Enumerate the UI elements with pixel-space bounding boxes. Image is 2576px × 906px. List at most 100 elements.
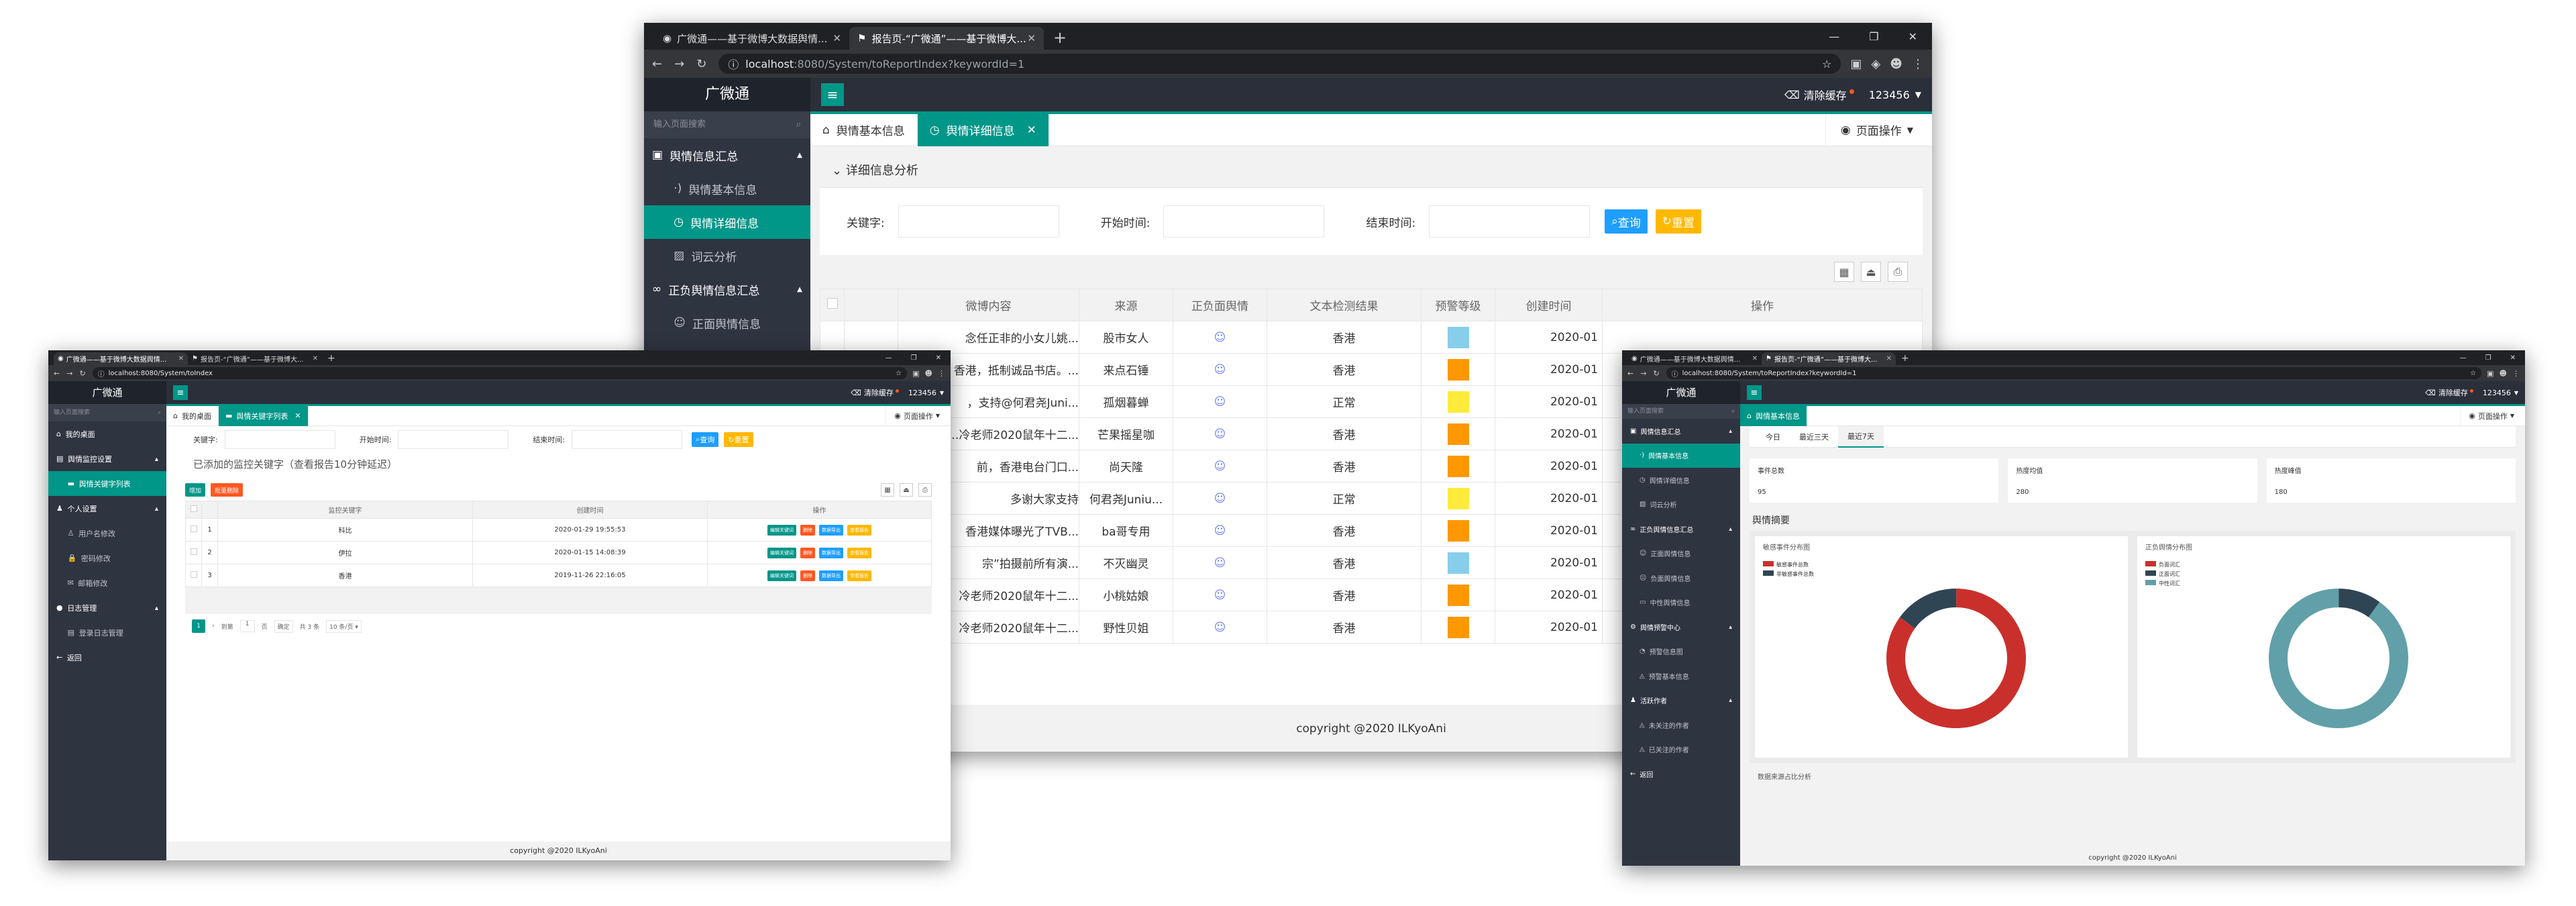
menu-icon[interactable]: ⋮: [1912, 57, 1924, 71]
clear-cache-button[interactable]: 清除缓存: [1804, 87, 1847, 103]
range-3days-tab[interactable]: 最近三天: [1790, 432, 1838, 442]
sidebar-item[interactable]: ◔ 预警信息图: [1622, 640, 1740, 664]
back-icon[interactable]: ←: [54, 369, 60, 378]
sidebar-item[interactable]: ← 返回: [48, 645, 166, 670]
reload-icon[interactable]: ↻: [79, 369, 85, 378]
confirm-button[interactable]: 确定: [274, 619, 293, 633]
select-all-checkbox[interactable]: [826, 298, 838, 309]
column-header[interactable]: [185, 501, 202, 519]
row-action-button[interactable]: 查看报告: [847, 570, 871, 581]
reset-button[interactable]: ↻ 重置: [1655, 209, 1701, 234]
columns-icon[interactable]: ▦: [881, 483, 894, 497]
print-icon[interactable]: ⎙: [918, 483, 932, 497]
sidebar-search[interactable]: 输入页面搜索 ⌕: [1622, 404, 1740, 419]
sidebar-item[interactable]: ∞ 正负舆情信息汇总 ▲: [644, 272, 810, 306]
export-icon[interactable]: ⏏: [1861, 262, 1881, 282]
sidebar-item[interactable]: ☺ 正面舆情信息: [1622, 542, 1740, 566]
range-today-tab[interactable]: 今日: [1756, 432, 1790, 442]
profile-icon[interactable]: ☻: [925, 369, 932, 378]
tab-basic-info[interactable]: ⌂ 舆情基本信息: [810, 113, 918, 146]
back-icon[interactable]: ←: [1627, 369, 1633, 378]
browser-tab-1[interactable]: ◉ 广微通——基于微博大数据舆情... ✕: [1627, 352, 1762, 365]
browser-tab-2[interactable]: ⚑ 报告页-“广微通”——基于微博大... ✕: [188, 352, 322, 365]
page-operations[interactable]: ◉ 页面操作 ▼: [2460, 405, 2525, 426]
browser-tab-2[interactable]: ⚑ 报告页-“广微通”——基于微博大... ✕: [1762, 352, 1896, 365]
batch-delete-button[interactable]: 批量删除: [211, 483, 244, 497]
profile-icon[interactable]: ☻: [1890, 57, 1902, 71]
clear-cache-button[interactable]: 清除缓存: [864, 387, 894, 398]
sidebar-search[interactable]: 输入页面搜索 ⌕: [48, 404, 166, 421]
sidebar-item[interactable]: ▣ 舆情信息汇总 ▲: [644, 138, 810, 172]
minimize-icon[interactable]: —: [2451, 354, 2476, 362]
end-time-input[interactable]: [1429, 205, 1591, 238]
menu-toggle-button[interactable]: ≡: [1747, 385, 1762, 400]
end-time-input[interactable]: [572, 430, 683, 449]
page-size-select[interactable]: 10 条/页 ▾: [326, 619, 362, 633]
columns-icon[interactable]: ▦: [1834, 262, 1854, 282]
table-row[interactable]: 3 香港 2019-11-26 22:16:05 编辑关键词 删除 数据导出 查看报告: [185, 564, 932, 587]
new-tab-button[interactable]: +: [1044, 28, 1076, 50]
row-checkbox-cell[interactable]: [185, 518, 202, 542]
sidebar-item[interactable]: ● 日志管理 ▲: [48, 595, 166, 620]
close-tab-icon[interactable]: ✕: [178, 355, 184, 362]
close-window-icon[interactable]: ✕: [926, 354, 951, 362]
browser-tab-1[interactable]: ◉ 广微通——基于微博大数据舆情... ✕: [655, 27, 849, 50]
page-operations[interactable]: ◉ 页面操作 ▼: [885, 405, 951, 426]
keyword-input[interactable]: [224, 430, 335, 449]
row-checkbox[interactable]: [190, 525, 197, 532]
page-1-button[interactable]: 1: [192, 619, 205, 633]
reload-icon[interactable]: ↻: [696, 57, 706, 71]
sidebar-search[interactable]: 输入页面搜索 ⌕: [644, 111, 810, 138]
row-checkbox[interactable]: [190, 571, 197, 578]
row-action-button[interactable]: 查看报告: [847, 524, 871, 536]
maximize-icon[interactable]: ❐: [902, 354, 926, 362]
sidebar-item[interactable]: ▬ 舆情关键字列表: [48, 471, 166, 496]
new-tab-button[interactable]: +: [322, 353, 341, 365]
browser-tab-1[interactable]: ◉ 广微通——基于微博大数据舆情... ✕: [54, 352, 188, 365]
row-action-button[interactable]: 数据导出: [819, 570, 843, 581]
table-row[interactable]: 1 科比 2020-01-29 19:55:53 编辑关键词 删除 数据导出 查看报告: [185, 518, 932, 542]
reload-icon[interactable]: ↻: [1653, 369, 1659, 378]
export-icon[interactable]: ⏏: [900, 483, 913, 497]
sidebar-item[interactable]: ☹ 负面舆情信息: [1622, 566, 1740, 591]
clear-cache-button[interactable]: 清除缓存: [2438, 387, 2468, 398]
row-action-button[interactable]: 删除: [800, 524, 815, 536]
menu-icon[interactable]: ⋮: [2512, 369, 2520, 378]
forward-icon[interactable]: →: [674, 57, 684, 71]
reset-button[interactable]: ↻ 重置: [724, 432, 753, 447]
print-icon[interactable]: ⎙: [1888, 262, 1908, 282]
close-window-icon[interactable]: ✕: [2501, 354, 2525, 362]
sidebar-item[interactable]: ∞ 正负舆情信息汇总 ▲: [1622, 517, 1740, 542]
table-row[interactable]: 2 伊拉 2020-01-15 14:08:39 编辑关键词 删除 数据导出 查看报告: [185, 541, 932, 564]
sidebar-item[interactable]: ◬ 已关注的作者: [1622, 738, 1740, 762]
extension-icon[interactable]: ◈: [1871, 57, 1880, 71]
close-window-icon[interactable]: ✕: [1894, 30, 1932, 43]
start-time-input[interactable]: [398, 430, 509, 449]
row-action-button[interactable]: 数据导出: [819, 524, 843, 536]
sidebar-item[interactable]: ◬ 未关注的作者: [1622, 713, 1740, 738]
row-action-button[interactable]: 编辑关键词: [767, 547, 796, 558]
sidebar-item[interactable]: ▨ 词云分析: [644, 239, 810, 272]
url-field[interactable]: ⓘ localhost:8080/System/toReportIndex?ke…: [718, 54, 1841, 74]
close-tab-icon[interactable]: ✕: [313, 355, 318, 362]
sidebar-item[interactable]: ▨ 词云分析: [1622, 493, 1740, 517]
tab-basic-info[interactable]: ⌂ 舆情基本信息: [1740, 405, 1807, 426]
table-row[interactable]: 念任正非的小女儿姚... 股市女人 ☺ 香港 2020-01: [820, 321, 1923, 354]
sidebar-item[interactable]: ·) 舆情基本信息: [1622, 443, 1740, 468]
url-field[interactable]: ⓘ localhost:8080/System/toReportIndex?ke…: [1666, 367, 2482, 379]
tab-desktop[interactable]: ⌂ 我的桌面: [166, 405, 219, 426]
row-action-button[interactable]: 编辑关键词: [767, 570, 796, 581]
menu-icon[interactable]: ⋮: [938, 369, 945, 378]
sidebar-item[interactable]: ▤ 登录日志管理: [48, 620, 166, 645]
next-page-icon[interactable]: ›: [212, 623, 215, 630]
browser-tab-2[interactable]: ⚑ 报告页-“广微通”——基于微博大... ✕: [849, 27, 1044, 50]
sidebar-item[interactable]: ·) 舆情基本信息: [644, 172, 810, 205]
row-action-button[interactable]: 查看报告: [847, 547, 871, 558]
minimize-icon[interactable]: —: [876, 354, 902, 362]
sidebar-item[interactable]: ◷ 舆情详细信息: [1622, 468, 1740, 493]
maximize-icon[interactable]: ❐: [2476, 354, 2501, 362]
extension-icon[interactable]: ▣: [2487, 369, 2493, 378]
sidebar-item[interactable]: ♟ 活跃作者 ▲: [1622, 689, 1740, 713]
sidebar-item[interactable]: ⌂ 我的桌面: [48, 421, 166, 446]
extension-icon[interactable]: ▣: [1850, 57, 1862, 71]
